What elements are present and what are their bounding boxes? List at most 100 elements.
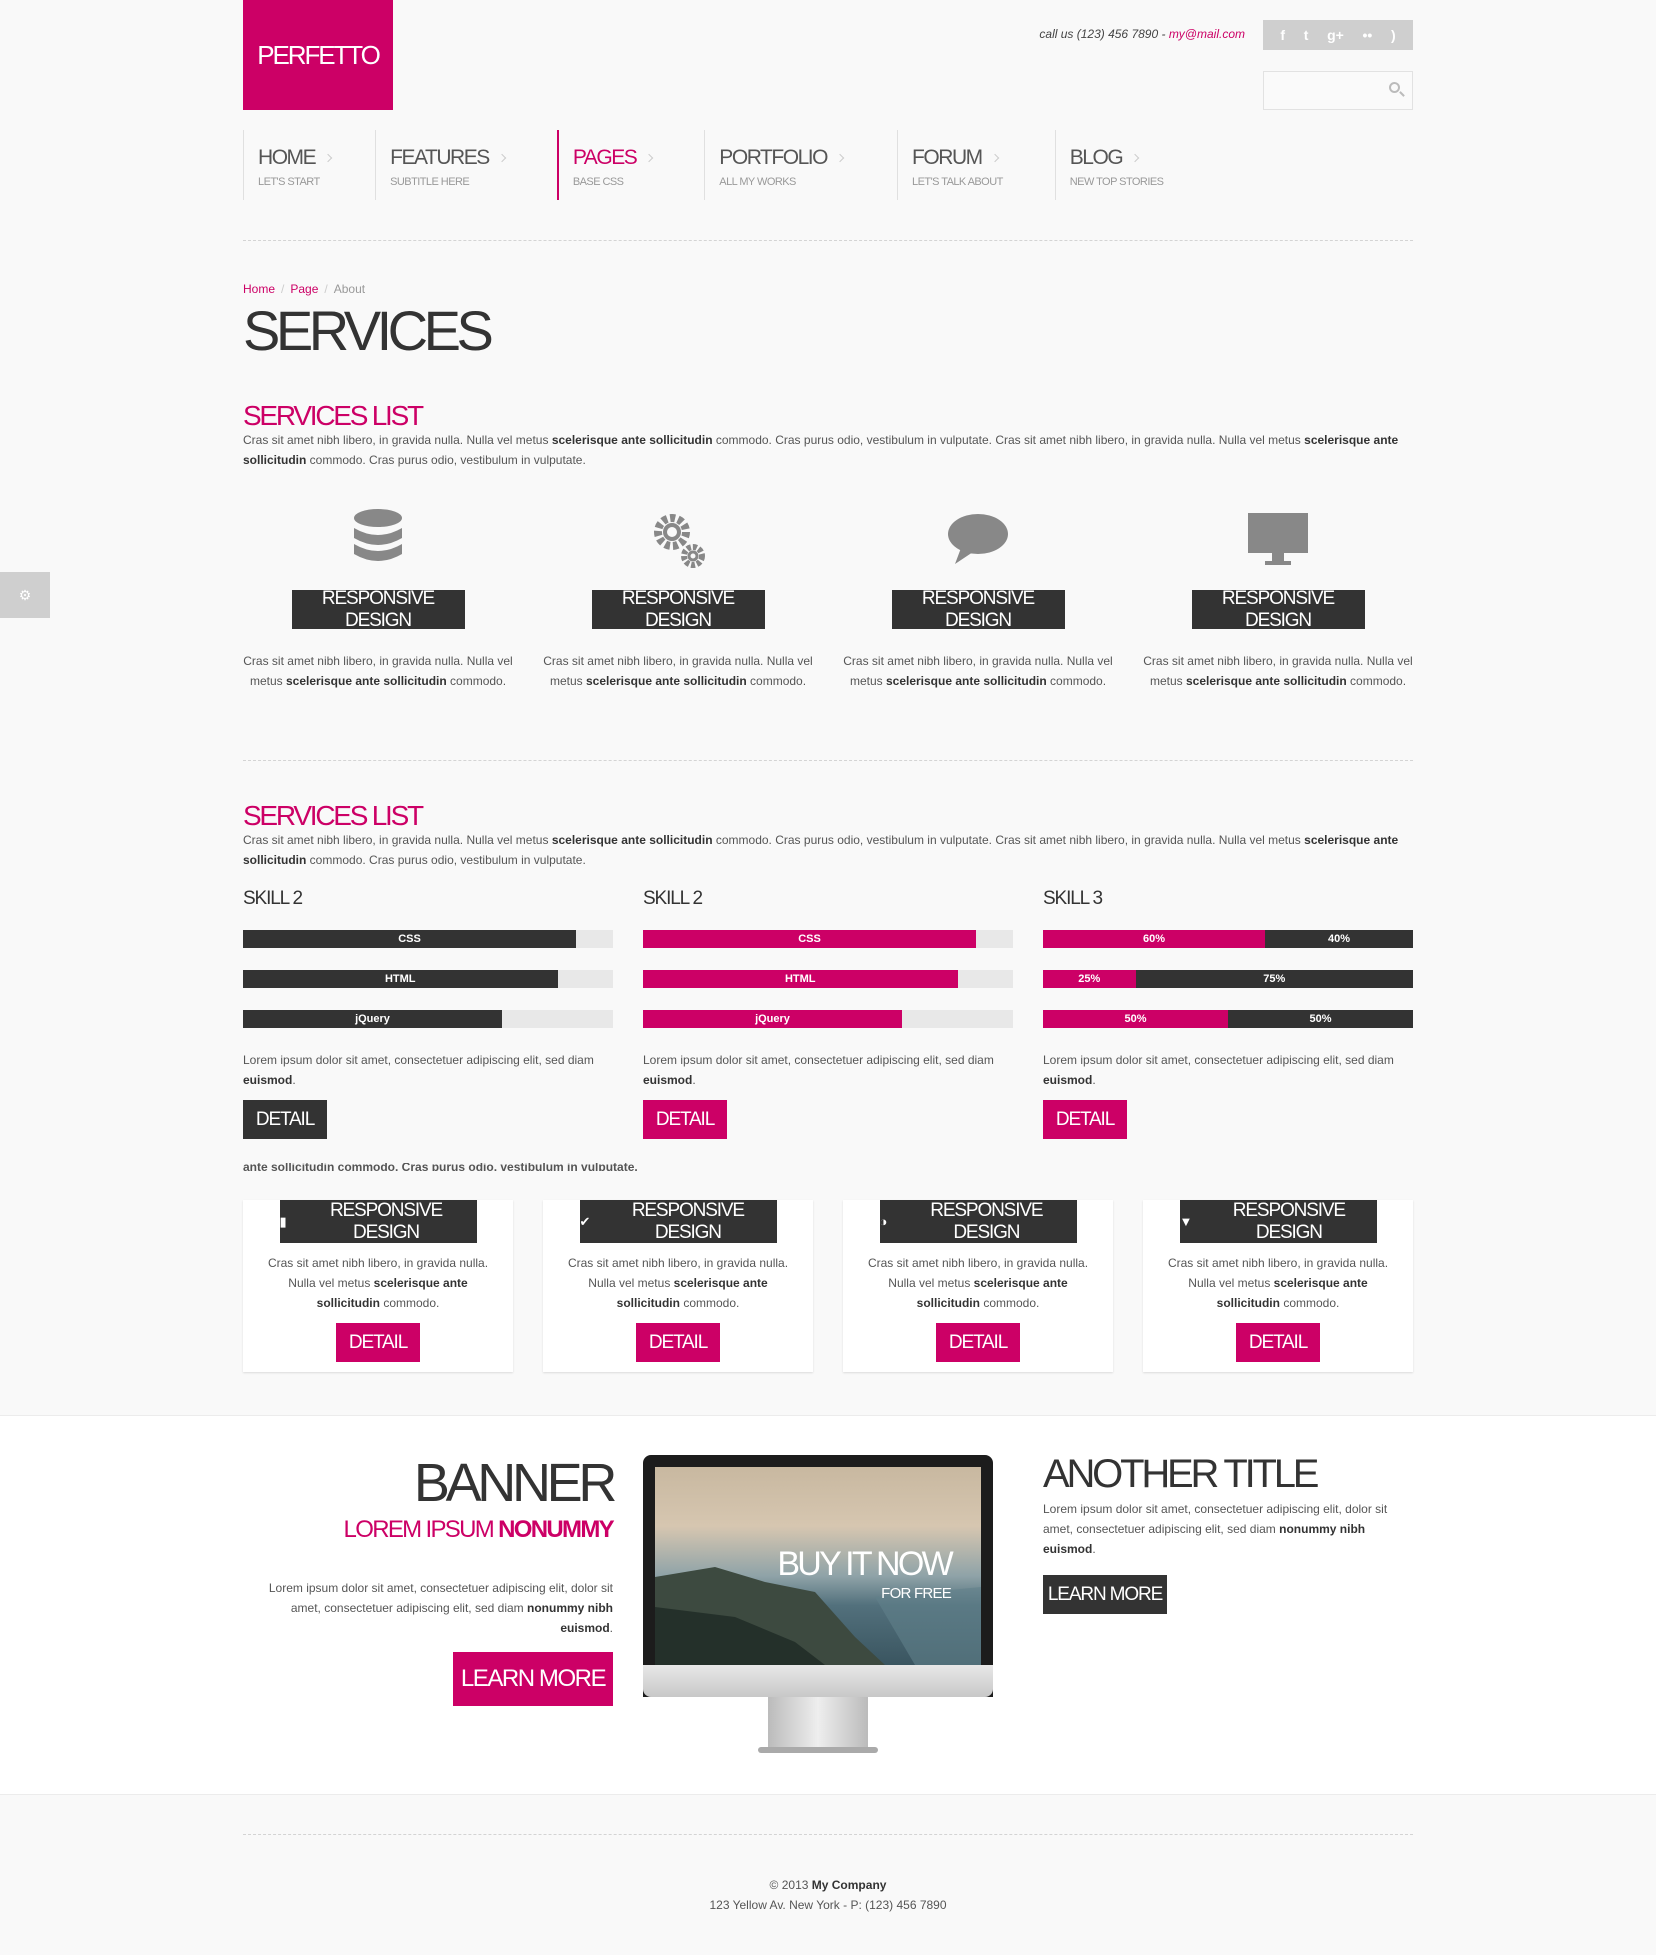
service-button[interactable]: RESPONSIVE DESIGN xyxy=(1191,588,1365,631)
settings-tab[interactable]: ⚙ xyxy=(0,572,50,618)
service-text: Cras sit amet nibh libero, in gravida nu… xyxy=(543,654,813,688)
rss-icon[interactable]: ) xyxy=(1391,27,1396,43)
another-learn-more-button[interactable]: LEARN MORE xyxy=(1043,1575,1167,1614)
skill-text: Lorem ipsum dolor sit amet, consectetuer… xyxy=(643,1053,994,1087)
nav-subtitle: LET'S START xyxy=(258,176,320,188)
skill-title: SKILL 3 xyxy=(1043,888,1103,909)
google-plus-icon[interactable]: g+ xyxy=(1327,27,1344,43)
flickr-icon[interactable]: •• xyxy=(1362,27,1372,43)
chevron-right-icon xyxy=(990,153,999,163)
service-text: Cras sit amet nibh libero, in gravida nu… xyxy=(243,654,513,688)
nav-subtitle: SUBTITLE HERE xyxy=(390,176,470,188)
logo[interactable]: PERFETTO xyxy=(243,0,393,110)
divider xyxy=(243,1834,1413,1835)
service-item: RESPONSIVE DESIGN Cras sit amet nibh lib… xyxy=(1133,500,1423,691)
screen-subtitle: FOR FREE xyxy=(881,1585,952,1602)
chevron-right-icon xyxy=(1131,153,1140,163)
card-header-button[interactable]: ▮ RESPONSIVE DESIGN xyxy=(279,1200,477,1243)
another-text: Lorem ipsum dolor sit amet, consectetuer… xyxy=(1043,1502,1388,1556)
clipped-text: ante sollicitudin commodo. Cras purus od… xyxy=(243,1163,638,1171)
service-text: Cras sit amet nibh libero, in gravida nu… xyxy=(1143,654,1413,688)
gear-icon: ⚙ xyxy=(18,586,32,603)
card-header-button[interactable]: ▼ RESPONSIVE DESIGN xyxy=(1179,1200,1377,1243)
service-card: ✔ RESPONSIVE DESIGN Cras sit amet nibh li… xyxy=(543,1200,813,1372)
twitter-icon[interactable]: t xyxy=(1304,27,1309,43)
progress-bar: jQuery xyxy=(243,1010,613,1028)
service-button[interactable]: RESPONSIVE DESIGN xyxy=(291,588,465,631)
skill-column: SKILL 3 60% 40% 25% 75% 50% 50% Lorem ipsum… xyxy=(1043,888,1413,1139)
skill-text: Lorem ipsum dolor sit amet, consectetuer… xyxy=(1043,1053,1394,1087)
skill-title: SKILL 2 xyxy=(243,888,303,909)
divider xyxy=(243,240,1413,241)
detail-button[interactable]: DETAIL xyxy=(936,1323,1020,1362)
chevron-right-icon xyxy=(645,153,654,163)
progress-bar: HTML xyxy=(643,970,1013,988)
card-text: Cras sit amet nibh libero, in gravida nu… xyxy=(867,1256,1089,1310)
divider xyxy=(243,760,1413,761)
gears-icon xyxy=(533,500,823,580)
detail-button[interactable]: DETAIL xyxy=(1236,1323,1320,1362)
search-input[interactable] xyxy=(1263,71,1413,110)
screen-title: BUY IT NOW xyxy=(777,1545,953,1583)
breadcrumb: Home / Page / About xyxy=(243,282,366,296)
learn-more-button[interactable]: LEARN MORE xyxy=(453,1652,613,1706)
nav-label: PORTFOLIO xyxy=(719,146,828,169)
nav-item-home[interactable]: HOME LET'S START xyxy=(243,130,345,200)
service-card: ▮ RESPONSIVE DESIGN Cras sit amet nibh li… xyxy=(243,1200,513,1372)
nav-label: PAGES xyxy=(572,146,638,169)
address: 123 Yellow Av. New York - P: (123) 456 7… xyxy=(709,1898,947,1912)
banner-subtitle: LOREM IPSUM NONUMMY xyxy=(343,1516,615,1543)
detail-button[interactable]: DETAIL xyxy=(336,1323,420,1362)
progress-bar: CSS xyxy=(243,930,613,948)
chevron-right-icon xyxy=(323,153,333,163)
email-link[interactable]: my@mail.com xyxy=(1169,27,1245,41)
progress-bar: HTML xyxy=(243,970,613,988)
nav-subtitle: BASE CSS xyxy=(572,176,624,188)
another-title: ANOTHER TITLE xyxy=(1043,1452,1319,1496)
breadcrumb-home[interactable]: Home xyxy=(243,282,275,296)
split-bar: 25% 75% xyxy=(1043,970,1413,988)
detail-button[interactable]: DETAIL xyxy=(643,1100,727,1139)
nav-label: BLOG xyxy=(1069,146,1124,169)
database-icon xyxy=(233,500,523,580)
nav-item-features[interactable]: FEATURES SUBTITLE HERE xyxy=(375,130,519,200)
service-item: RESPONSIVE DESIGN Cras sit amet nibh lib… xyxy=(833,500,1123,691)
detail-button[interactable]: DETAIL xyxy=(636,1323,720,1362)
nav-subtitle: ALL MY WORKS xyxy=(719,176,796,188)
filter-icon: ▼ xyxy=(1179,1214,1193,1229)
banner-text: Lorem ipsum dolor sit amet, consectetuer… xyxy=(268,1581,613,1635)
section-title: SERVICES LIST xyxy=(243,800,424,831)
monitor-image: BUY IT NOW FOR FREE xyxy=(643,1455,993,1755)
nav-item-forum[interactable]: FORUM LET'S TALK ABOUT xyxy=(897,130,1017,200)
chat-bubble-icon xyxy=(833,500,1123,580)
card-text: Cras sit amet nibh libero, in gravida nu… xyxy=(567,1256,789,1310)
footer: © 2013 My Company 123 Yellow Av. New Yor… xyxy=(0,1875,1656,1915)
nav-item-blog[interactable]: BLOG NEW TOP STORIES xyxy=(1054,130,1178,200)
contact-info: call us (123) 456 7890 - my@mail.com xyxy=(1039,27,1245,41)
split-bar: 60% 40% xyxy=(1043,930,1413,948)
chevron-right-icon xyxy=(835,153,845,163)
breadcrumb-page[interactable]: Page xyxy=(290,282,318,296)
banner-left: BANNER LOREM IPSUM NONUMMY Lorem ipsum d… xyxy=(243,1452,617,1706)
service-card: ▼ RESPONSIVE DESIGN Cras sit amet nibh li… xyxy=(1143,1200,1413,1372)
card-text: Cras sit amet nibh libero, in gravida nu… xyxy=(1167,1256,1389,1310)
service-item: RESPONSIVE DESIGN Cras sit amet nibh lib… xyxy=(233,500,523,691)
card-header-button[interactable]: ◑ RESPONSIVE DESIGN xyxy=(879,1200,1077,1243)
monitor-icon xyxy=(1133,500,1423,580)
service-button[interactable]: RESPONSIVE DESIGN xyxy=(891,588,1065,631)
facebook-icon[interactable]: f xyxy=(1280,27,1285,43)
detail-button[interactable]: DETAIL xyxy=(243,1100,327,1139)
search-icon[interactable] xyxy=(1389,82,1400,93)
nav-item-pages[interactable]: PAGES BASE CSS xyxy=(556,130,666,200)
card-header-button[interactable]: ✔ RESPONSIVE DESIGN xyxy=(579,1200,777,1243)
nav-label: HOME xyxy=(258,146,317,169)
detail-button[interactable]: DETAIL xyxy=(1043,1100,1127,1139)
half-circle-icon: ◑ xyxy=(879,1214,888,1229)
nav-item-portfolio[interactable]: PORTFOLIO ALL MY WORKS xyxy=(704,130,857,200)
service-button[interactable]: RESPONSIVE DESIGN xyxy=(591,588,765,631)
service-text: Cras sit amet nibh libero, in gravida nu… xyxy=(843,654,1113,688)
skill-column: SKILL 2 CSS HTML jQuery Lorem ipsum dolo… xyxy=(643,888,1013,1139)
service-item: RESPONSIVE DESIGN Cras sit amet nibh lib… xyxy=(533,500,823,691)
chevron-right-icon xyxy=(497,153,507,163)
nav-label: FORUM xyxy=(912,146,983,169)
